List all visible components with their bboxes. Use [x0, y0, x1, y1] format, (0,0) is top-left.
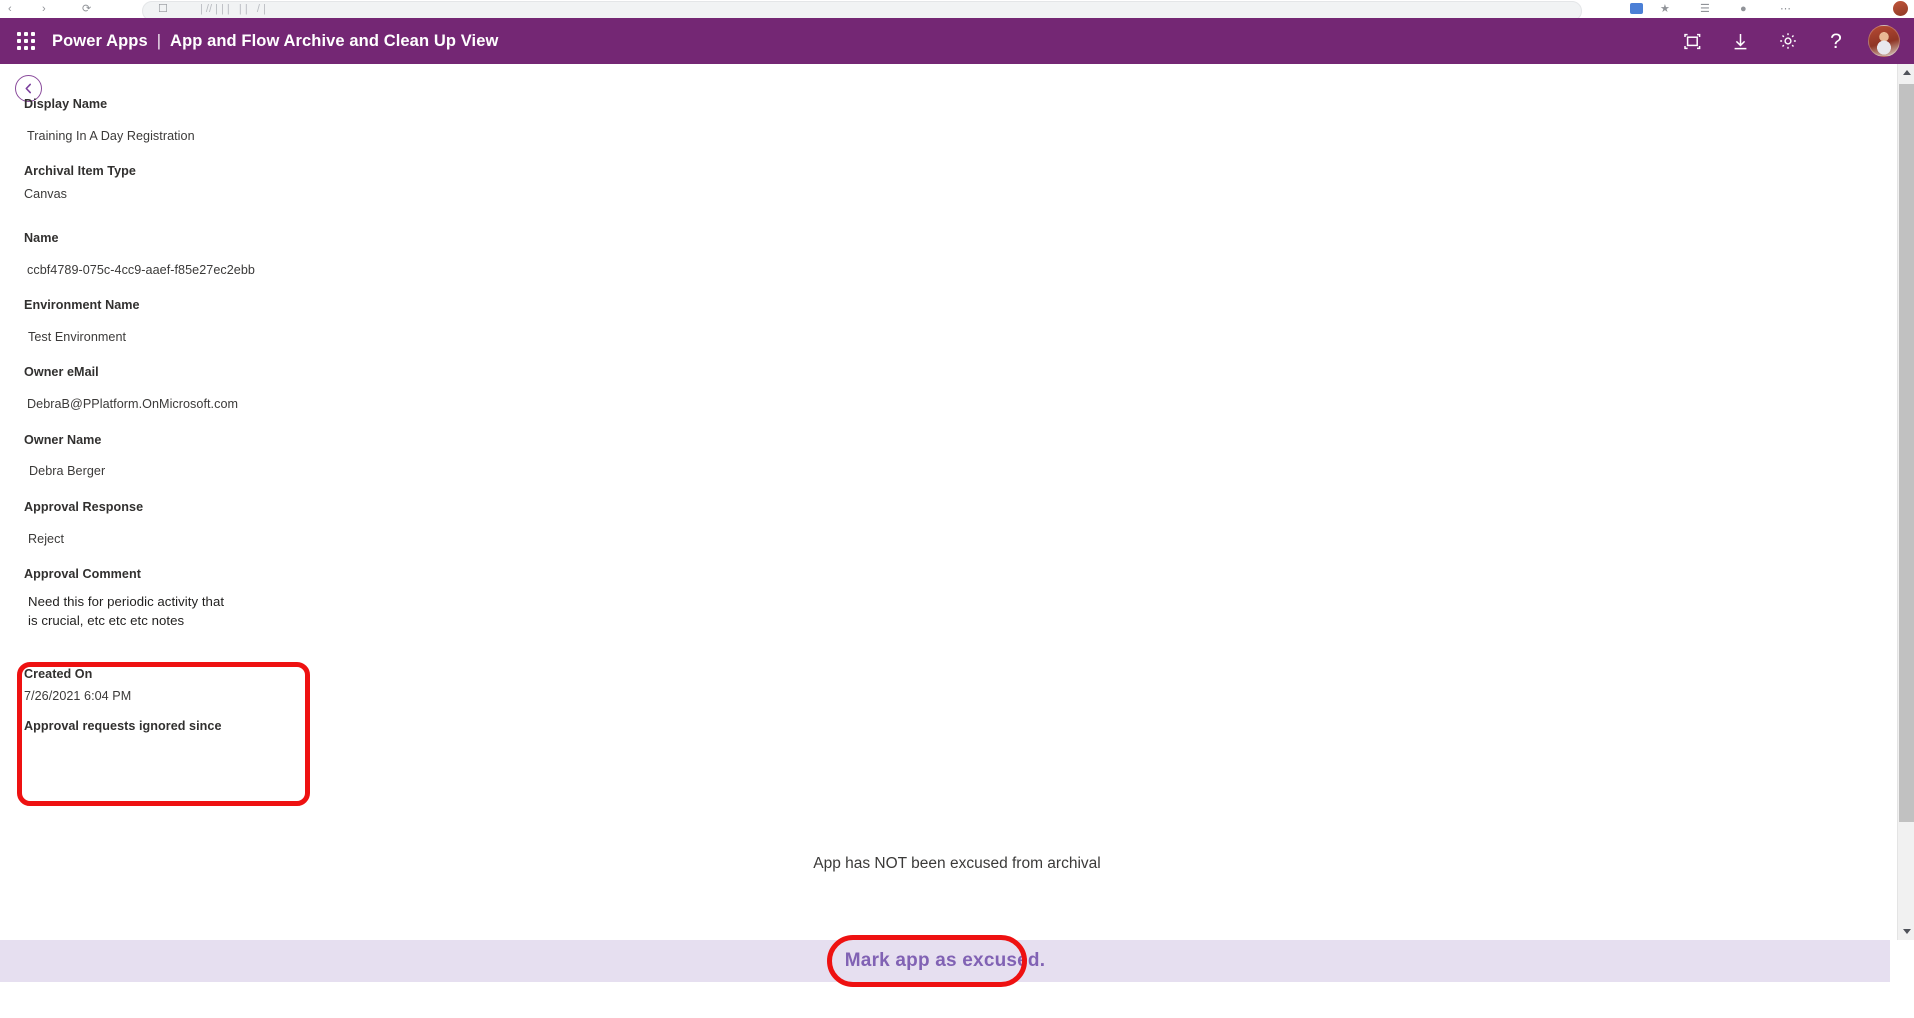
browser-extension-badge[interactable]	[1630, 3, 1643, 14]
field-archival-item-type: Archival Item Type	[24, 164, 136, 178]
field-value: Test Environment	[28, 330, 127, 344]
field-approval-requests-ignored-since: Approval requests ignored since	[24, 719, 222, 733]
field-owner-name-value: Debra Berger	[29, 464, 105, 478]
field-name: Name	[24, 231, 59, 245]
archival-status-text: App has NOT been excused from archival	[813, 855, 1101, 872]
field-environment-name: Environment Name	[24, 298, 140, 312]
browser-settings-icon[interactable]: ⋯	[1780, 2, 1791, 16]
mark-app-as-excused-button[interactable]: Mark app as excused.	[0, 940, 1890, 982]
browser-collections-icon[interactable]: ☰	[1700, 2, 1710, 16]
brand-separator: |	[156, 31, 162, 50]
field-label: Created On	[24, 667, 93, 681]
field-approval-comment: Approval Comment	[24, 567, 141, 581]
field-label: Environment Name	[24, 298, 140, 312]
browser-page-icon: ☐	[158, 3, 168, 15]
field-approval-response: Approval Response	[24, 500, 143, 514]
help-glyph: ?	[1830, 29, 1842, 53]
fit-to-screen-icon[interactable]	[1668, 18, 1716, 64]
field-value: Training In A Day Registration	[27, 129, 195, 143]
field-archival-item-type-value: Canvas	[24, 187, 67, 201]
field-approval-comment-value: Need this for periodic activity that is …	[28, 592, 228, 630]
browser-profile-icon[interactable]: ●	[1740, 2, 1747, 16]
scroll-thumb[interactable]	[1899, 84, 1914, 822]
field-owner-email-value: DebraB@PPlatform.OnMicrosoft.com	[27, 397, 238, 411]
field-display-name-value: Training In A Day Registration	[27, 129, 195, 143]
brand-area: Power Apps | App and Flow Archive and Cl…	[52, 32, 498, 51]
field-label: Approval requests ignored since	[24, 719, 222, 733]
field-label: Archival Item Type	[24, 164, 136, 178]
vertical-scrollbar[interactable]	[1897, 64, 1914, 940]
field-value: Reject	[28, 532, 64, 546]
browser-chrome-strip: ‹ › ⟳ ☐ | // | | | | | / | ★ ☰ ● ⋯	[0, 0, 1914, 18]
browser-address-bar[interactable]	[142, 1, 1582, 18]
help-icon[interactable]: ?	[1812, 18, 1860, 64]
field-label: Approval Comment	[24, 567, 141, 581]
field-value: Need this for periodic activity that is …	[28, 594, 225, 629]
browser-url-text: | // | | | | | / |	[200, 3, 266, 15]
action-band: Mark app as excused.	[0, 940, 1890, 982]
field-label: Owner eMail	[24, 365, 99, 379]
field-owner-name: Owner Name	[24, 433, 102, 447]
download-icon[interactable]	[1716, 18, 1764, 64]
field-label: Display Name	[24, 97, 108, 111]
app-launcher-grid-icon[interactable]	[12, 27, 40, 55]
scroll-up-arrow[interactable]	[1898, 64, 1914, 81]
browser-reload-icon[interactable]: ⟳	[82, 2, 91, 16]
field-label: Approval Response	[24, 500, 144, 514]
form-canvas: Display Name Training In A Day Registrat…	[0, 64, 1914, 954]
field-environment-name-value: Test Environment	[28, 330, 126, 344]
brand-label: Power Apps	[52, 31, 148, 50]
app-root: ‹ › ⟳ ☐ | // | | | | | / | ★ ☰ ● ⋯ Power…	[0, 0, 1914, 1018]
field-display-name: Display Name	[24, 97, 107, 111]
field-created-on-value: 7/26/2021 6:04 PM	[24, 689, 131, 703]
browser-forward-icon[interactable]: ›	[42, 2, 46, 16]
field-label: Name	[24, 231, 59, 245]
field-name-value: ccbf4789-075c-4cc9-aaef-f85e27ec2ebb	[27, 263, 255, 277]
field-value: Debra Berger	[29, 464, 106, 478]
browser-avatar[interactable]	[1893, 1, 1908, 16]
field-approval-response-value: Reject	[28, 532, 64, 546]
browser-star-icon[interactable]: ★	[1660, 2, 1670, 16]
browser-back-icon[interactable]: ‹	[8, 2, 12, 16]
field-value: DebraB@PPlatform.OnMicrosoft.com	[27, 397, 239, 411]
scroll-down-arrow[interactable]	[1898, 923, 1914, 940]
app-header: Power Apps | App and Flow Archive and Cl…	[0, 18, 1914, 64]
header-actions: ?	[1668, 18, 1914, 64]
field-value: Canvas	[24, 187, 68, 201]
field-created-on: Created On	[24, 667, 92, 681]
field-value: ccbf4789-075c-4cc9-aaef-f85e27ec2ebb	[27, 263, 255, 277]
avatar[interactable]	[1868, 25, 1900, 57]
field-owner-email: Owner eMail	[24, 365, 99, 379]
page-title: App and Flow Archive and Clean Up View	[170, 31, 499, 50]
field-label: Owner Name	[24, 433, 102, 447]
settings-gear-icon[interactable]	[1764, 18, 1812, 64]
field-value: 7/26/2021 6:04 PM	[24, 689, 132, 703]
